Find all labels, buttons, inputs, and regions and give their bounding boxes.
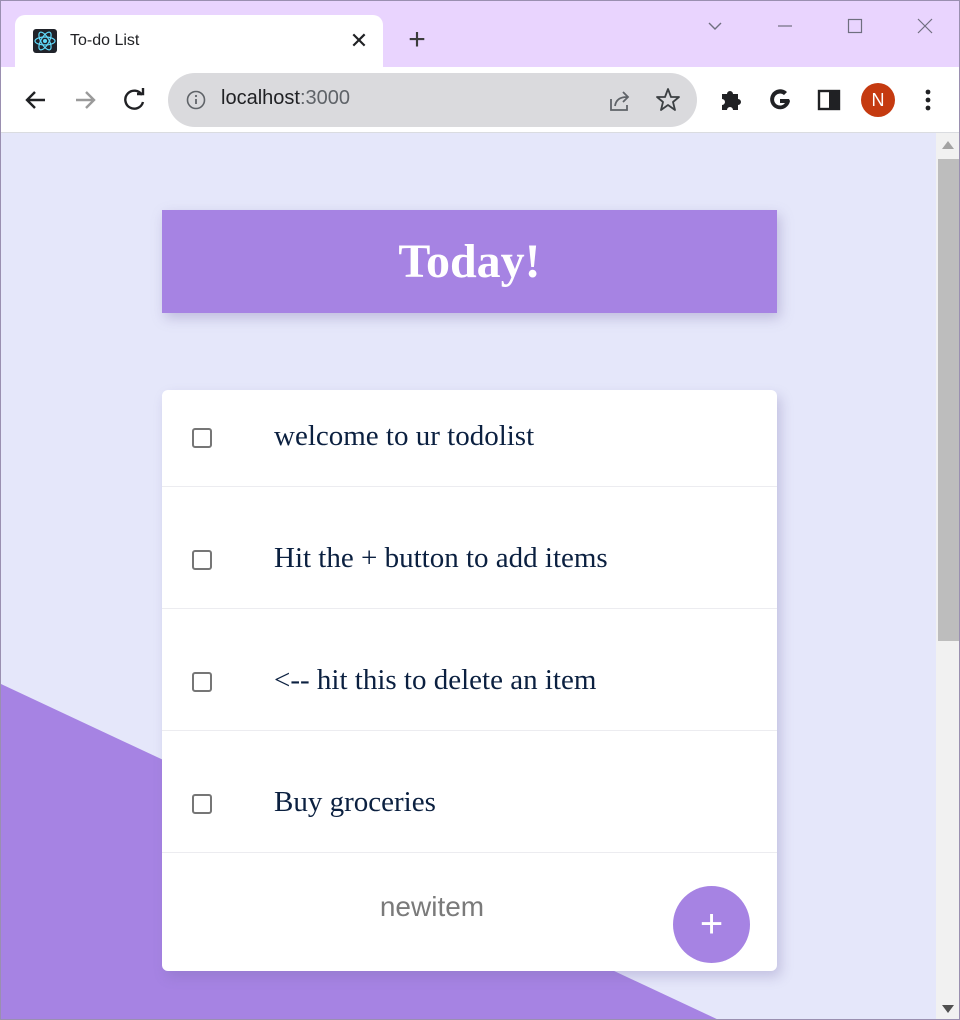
close-window-icon[interactable]: [907, 11, 943, 41]
new-tab-button[interactable]: +: [402, 25, 432, 55]
todo-item: <-- hit this to delete an item: [162, 609, 777, 731]
browser-window: To-do List ✕ + localhost:3000 N Today! w…: [0, 0, 960, 1020]
todo-item: Buy groceries: [162, 731, 777, 853]
back-arrow-icon[interactable]: [20, 84, 52, 116]
delete-item-checkbox[interactable]: [192, 428, 212, 448]
react-favicon-icon: [33, 29, 57, 53]
heading-banner: Today!: [162, 210, 777, 313]
tab-todo-list[interactable]: To-do List ✕: [15, 15, 383, 67]
google-g-icon[interactable]: [765, 85, 795, 115]
extensions-puzzle-icon[interactable]: [716, 85, 746, 115]
browser-toolbar: localhost:3000 N: [1, 67, 959, 133]
new-item-input[interactable]: [272, 885, 592, 929]
page-title: Today!: [398, 235, 541, 288]
tab-search-chevron-icon[interactable]: [697, 11, 733, 41]
delete-item-checkbox[interactable]: [192, 794, 212, 814]
scroll-down-arrow-icon[interactable]: [942, 1005, 954, 1013]
todo-item-text: <-- hit this to delete an item: [274, 664, 597, 696]
title-bar: To-do List ✕ +: [1, 1, 959, 67]
address-bar[interactable]: localhost:3000: [168, 73, 697, 127]
todo-card: welcome to ur todolist Hit the + button …: [162, 390, 777, 971]
todo-item-text: welcome to ur todolist: [274, 420, 535, 452]
todo-item-text: Buy groceries: [274, 786, 436, 818]
url-port: :3000: [299, 87, 350, 109]
bookmark-star-icon[interactable]: [654, 86, 682, 114]
scroll-up-arrow-icon[interactable]: [942, 141, 954, 149]
tab-title: To-do List: [70, 32, 140, 49]
profile-avatar[interactable]: N: [861, 83, 895, 117]
share-icon[interactable]: [606, 87, 634, 115]
forward-arrow-icon[interactable]: [69, 84, 101, 116]
more-menu-icon[interactable]: [913, 85, 943, 115]
side-panel-icon[interactable]: [814, 85, 844, 115]
todo-item: Hit the + button to add items: [162, 487, 777, 609]
vertical-scrollbar[interactable]: [936, 133, 959, 1019]
scrollbar-thumb[interactable]: [938, 159, 959, 641]
add-item-button[interactable]: +: [673, 886, 750, 963]
maximize-icon[interactable]: [837, 11, 873, 41]
url-host: localhost: [221, 87, 300, 109]
page-viewport: Today! welcome to ur todolist Hit the + …: [1, 133, 936, 1019]
site-info-icon[interactable]: [186, 90, 206, 110]
todo-item-text: Hit the + button to add items: [274, 542, 608, 574]
url-text: localhost:3000: [221, 87, 350, 110]
tab-close-icon[interactable]: ✕: [345, 27, 373, 55]
delete-item-checkbox[interactable]: [192, 550, 212, 570]
reload-icon[interactable]: [118, 84, 150, 116]
delete-item-checkbox[interactable]: [192, 672, 212, 692]
todo-item: welcome to ur todolist: [162, 390, 777, 487]
new-item-form: +: [162, 853, 777, 971]
minimize-icon[interactable]: [767, 11, 803, 41]
